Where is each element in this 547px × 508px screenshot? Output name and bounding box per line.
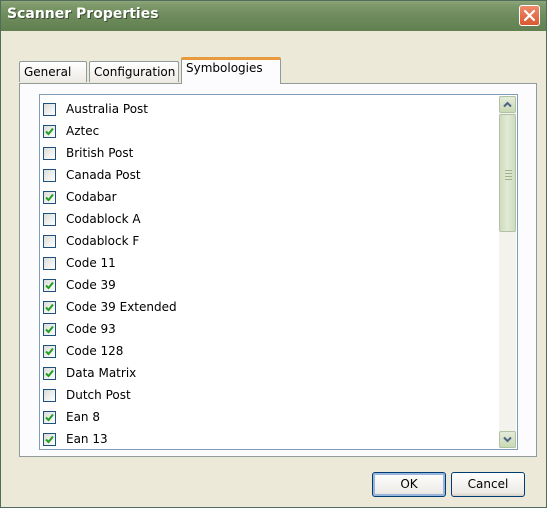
ok-button[interactable]: OK [372,472,446,497]
list-item[interactable]: Codabar [40,187,500,209]
list-item[interactable]: Data Matrix [40,363,500,385]
tab-symbologies[interactable]: Symbologies [181,57,281,84]
checkbox[interactable] [43,433,56,446]
list-item[interactable]: Code 39 [40,275,500,297]
symbologies-panel: Australia Post Aztec British Post Canada Po… [19,83,537,457]
list-item[interactable]: Code 39 Extended [40,297,500,319]
check-mark-icon [45,193,54,202]
list-item-label: Codablock A [66,212,141,226]
checkbox[interactable] [43,279,56,292]
check-mark-icon [45,435,54,444]
list-item-label: Canada Post [66,168,141,182]
chevron-down-icon [503,436,512,443]
checkbox[interactable] [43,235,56,248]
list-item-label: Code 128 [66,344,124,358]
symbology-list: Australia Post Aztec British Post Canada Po… [40,99,500,449]
list-item-label: Aztec [66,124,100,138]
close-button[interactable] [519,5,540,26]
checkbox[interactable] [43,125,56,138]
list-item-label: Code 39 [66,278,116,292]
list-item-label: Australia Post [66,102,149,116]
list-item[interactable]: Code 11 [40,253,500,275]
checkbox[interactable] [43,191,56,204]
list-item[interactable]: Codablock F [40,231,500,253]
list-item-label: Code 11 [66,256,116,270]
vertical-scrollbar[interactable] [499,96,516,448]
check-mark-icon [45,369,54,378]
list-item-label: Ean 8 [66,410,100,424]
symbology-checklist[interactable]: Australia Post Aztec British Post Canada Po… [39,94,518,450]
title-bar[interactable]: Scanner Properties [1,1,546,31]
scroll-up-button[interactable] [499,96,516,113]
list-item-label: Codabar [66,190,117,204]
list-item-label: Code 39 Extended [66,300,177,314]
checkbox[interactable] [43,345,56,358]
list-item[interactable]: Codablock A [40,209,500,231]
checkbox[interactable] [43,411,56,424]
list-item-label: Codablock F [66,234,140,248]
checkbox[interactable] [43,147,56,160]
checkbox[interactable] [43,213,56,226]
scroll-thumb[interactable] [499,114,516,232]
check-mark-icon [45,127,54,136]
checkbox[interactable] [43,301,56,314]
check-mark-icon [45,413,54,422]
checkbox[interactable] [43,389,56,402]
check-mark-icon [45,347,54,356]
list-item[interactable]: Code 128 [40,341,500,363]
list-item[interactable]: Australia Post [40,99,500,121]
check-mark-icon [45,303,54,312]
list-item[interactable]: Canada Post [40,165,500,187]
list-item[interactable]: British Post [40,143,500,165]
tab-general[interactable]: General [19,61,87,82]
list-item-label: Dutch Post [66,388,131,402]
check-mark-icon [45,325,54,334]
list-item[interactable]: Dutch Post [40,385,500,407]
checkbox[interactable] [43,323,56,336]
list-item[interactable]: Ean 13 [40,429,500,449]
close-icon [524,10,535,21]
scanner-properties-dialog: Scanner Properties General Configuration… [0,0,547,508]
list-item[interactable]: Ean 8 [40,407,500,429]
window-title: Scanner Properties [7,6,159,22]
chevron-up-icon [503,101,512,108]
checkbox[interactable] [43,169,56,182]
checkbox[interactable] [43,367,56,380]
list-item-label: Data Matrix [66,366,137,380]
list-item[interactable]: Aztec [40,121,500,143]
list-item[interactable]: Code 93 [40,319,500,341]
list-item-label: British Post [66,146,134,160]
grip-icon [505,170,512,182]
cancel-button[interactable]: Cancel [451,472,525,497]
checkbox[interactable] [43,257,56,270]
check-mark-icon [45,281,54,290]
checkbox[interactable] [43,103,56,116]
list-item-label: Ean 13 [66,432,108,446]
tab-configuration[interactable]: Configuration [89,61,179,82]
scroll-down-button[interactable] [499,431,516,448]
list-item-label: Code 93 [66,322,116,336]
